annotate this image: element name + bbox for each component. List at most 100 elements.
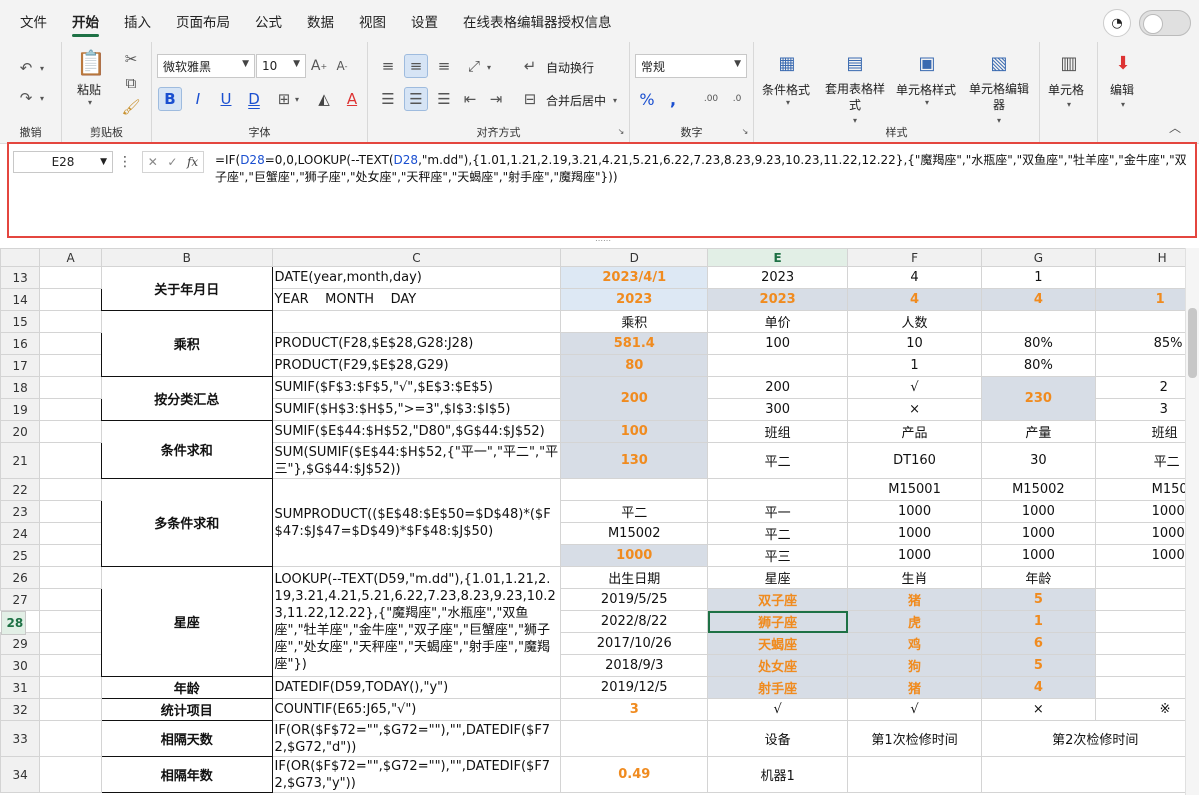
row-header[interactable]: 20 <box>0 420 41 443</box>
cell[interactable]: 1000 <box>981 522 1096 545</box>
cell[interactable] <box>1094 566 1199 589</box>
cell[interactable]: √ <box>847 698 983 721</box>
cell[interactable] <box>39 588 102 611</box>
cell[interactable]: 单价 <box>707 310 849 333</box>
cell[interactable] <box>39 442 102 479</box>
formula-text-cell[interactable]: COUNTIF(E65:J65,"√") <box>271 698 562 721</box>
cell[interactable]: 5 <box>981 588 1096 611</box>
cell[interactable] <box>39 478 102 501</box>
font-name-select[interactable]: 微软雅黑 ▼ <box>157 54 255 78</box>
col-header-b[interactable]: B <box>101 248 273 267</box>
cell[interactable]: 3 <box>1094 398 1199 421</box>
row-header[interactable]: 16 <box>0 332 41 355</box>
label-cell[interactable]: 年龄 <box>101 676 273 699</box>
cell[interactable] <box>981 310 1096 333</box>
cell[interactable]: 1 <box>981 610 1096 633</box>
cell[interactable]: 平一 <box>707 500 849 523</box>
cell[interactable]: 天蝎座 <box>707 632 849 655</box>
cell[interactable] <box>1094 354 1199 377</box>
cell[interactable]: 2023 <box>560 288 709 311</box>
cell[interactable]: 2 <box>1094 376 1199 399</box>
redo-dropdown-icon[interactable]: ▾ <box>36 88 48 108</box>
bold-icon[interactable]: B <box>158 87 182 111</box>
theme-icon[interactable]: ◔ <box>1103 9 1131 37</box>
cell[interactable]: 6 <box>981 632 1096 655</box>
dark-mode-toggle[interactable] <box>1139 10 1191 36</box>
row-header[interactable]: 33 <box>0 720 41 757</box>
cell[interactable]: 1 <box>981 266 1096 289</box>
menu-file[interactable]: 文件 <box>20 5 47 37</box>
increase-decimal-icon[interactable]: .00 <box>700 88 722 110</box>
cell[interactable]: 5 <box>981 654 1096 677</box>
col-header-h[interactable]: H <box>1094 248 1199 267</box>
wrap-text-icon[interactable]: ↵ <box>520 54 540 78</box>
row-header[interactable]: 15 <box>0 310 41 333</box>
cell[interactable]: × <box>847 398 983 421</box>
comma-icon[interactable]: , <box>662 88 684 110</box>
label-cell[interactable]: 相隔年数 <box>101 756 273 793</box>
table-style-label[interactable]: 套用表格样式 <box>824 81 886 113</box>
cells-dropdown-icon[interactable]: ▾ <box>1063 98 1075 110</box>
cell[interactable]: 产量 <box>981 420 1096 443</box>
conditional-format-icon[interactable]: ▦ <box>774 50 800 76</box>
cell[interactable] <box>39 566 102 589</box>
cell[interactable] <box>39 420 102 443</box>
cell[interactable] <box>39 610 102 633</box>
confirm-icon[interactable]: ✓ <box>167 155 177 169</box>
decrease-indent-icon[interactable]: ⇤ <box>458 87 482 111</box>
col-header-g[interactable]: G <box>981 248 1096 267</box>
cell-style-icon[interactable]: ▣ <box>914 50 940 76</box>
formula-text-cell[interactable]: PRODUCT(F28,$E$28,G28:J28) <box>271 332 562 355</box>
cell[interactable]: 平二 <box>707 442 849 479</box>
cell[interactable]: × <box>981 698 1096 721</box>
cell[interactable]: M15001 <box>847 478 983 501</box>
cell[interactable]: 2023/4/1 <box>560 266 709 289</box>
fx-icon[interactable]: fx <box>187 155 198 169</box>
cell[interactable]: 4 <box>847 288 983 311</box>
cell[interactable]: M15002 <box>981 478 1096 501</box>
orientation-icon[interactable]: ⤢ <box>462 54 486 78</box>
cancel-icon[interactable]: ✕ <box>148 155 158 169</box>
cell[interactable]: 4 <box>981 676 1096 699</box>
cell[interactable]: 80% <box>981 354 1096 377</box>
menu-home[interactable]: 开始 <box>72 5 99 37</box>
label-cell[interactable]: 条件求和 <box>101 420 273 479</box>
cell-editor-icon[interactable]: ▧ <box>986 50 1012 76</box>
row-header[interactable]: 30 <box>0 654 41 677</box>
row-header[interactable]: 14 <box>0 288 41 311</box>
align-right-icon[interactable]: ☰ <box>432 87 456 111</box>
format-painter-icon[interactable]: 🖌 <box>121 98 140 116</box>
cell[interactable] <box>707 478 849 501</box>
cell[interactable]: 200 <box>707 376 849 399</box>
collapse-ribbon-icon[interactable]: ︿ <box>1166 118 1184 136</box>
cell[interactable]: 射手座 <box>707 676 849 699</box>
cell[interactable] <box>39 332 102 355</box>
cell[interactable]: 2022/8/22 <box>560 610 709 633</box>
row-header[interactable]: 24 <box>0 522 41 545</box>
cell[interactable] <box>39 544 102 567</box>
menu-page-layout[interactable]: 页面布局 <box>176 5 230 37</box>
cell[interactable]: 第1次检修时间 <box>847 720 983 757</box>
cell[interactable]: 10 <box>847 332 983 355</box>
wrap-text-label[interactable]: 自动换行 <box>546 59 594 76</box>
formula-text-cell[interactable]: SUMIF($H$3:$H$5,">=3",$I$3:$I$5) <box>271 398 562 421</box>
cell[interactable] <box>39 266 102 289</box>
alignment-launcher-icon[interactable]: ↘ <box>616 126 626 136</box>
cell[interactable]: 产品 <box>847 420 983 443</box>
formula-text-cell[interactable]: LOOKUP(--TEXT(D59,"m.dd"),{1.01,1.21,2.1… <box>271 566 562 677</box>
cell-editor-label[interactable]: 单元格编辑器 <box>968 81 1030 113</box>
cell[interactable]: 处女座 <box>707 654 849 677</box>
cell[interactable]: 581.4 <box>560 332 709 355</box>
cell[interactable]: DT160 <box>847 442 983 479</box>
cell[interactable] <box>560 478 709 501</box>
edit-icon[interactable]: ⬇ <box>1110 50 1136 76</box>
increase-indent-icon[interactable]: ⇥ <box>484 87 508 111</box>
active-cell[interactable]: 狮子座 <box>707 610 849 633</box>
redo-icon[interactable]: ↷ <box>14 88 38 108</box>
font-color-icon[interactable]: A <box>340 87 364 111</box>
col-header-c[interactable]: C <box>271 248 562 267</box>
border-dropdown-icon[interactable]: ▾ <box>292 92 302 106</box>
align-middle-icon[interactable]: ≡ <box>404 54 428 78</box>
row-header[interactable]: 32 <box>0 698 41 721</box>
cell[interactable]: 300 <box>707 398 849 421</box>
